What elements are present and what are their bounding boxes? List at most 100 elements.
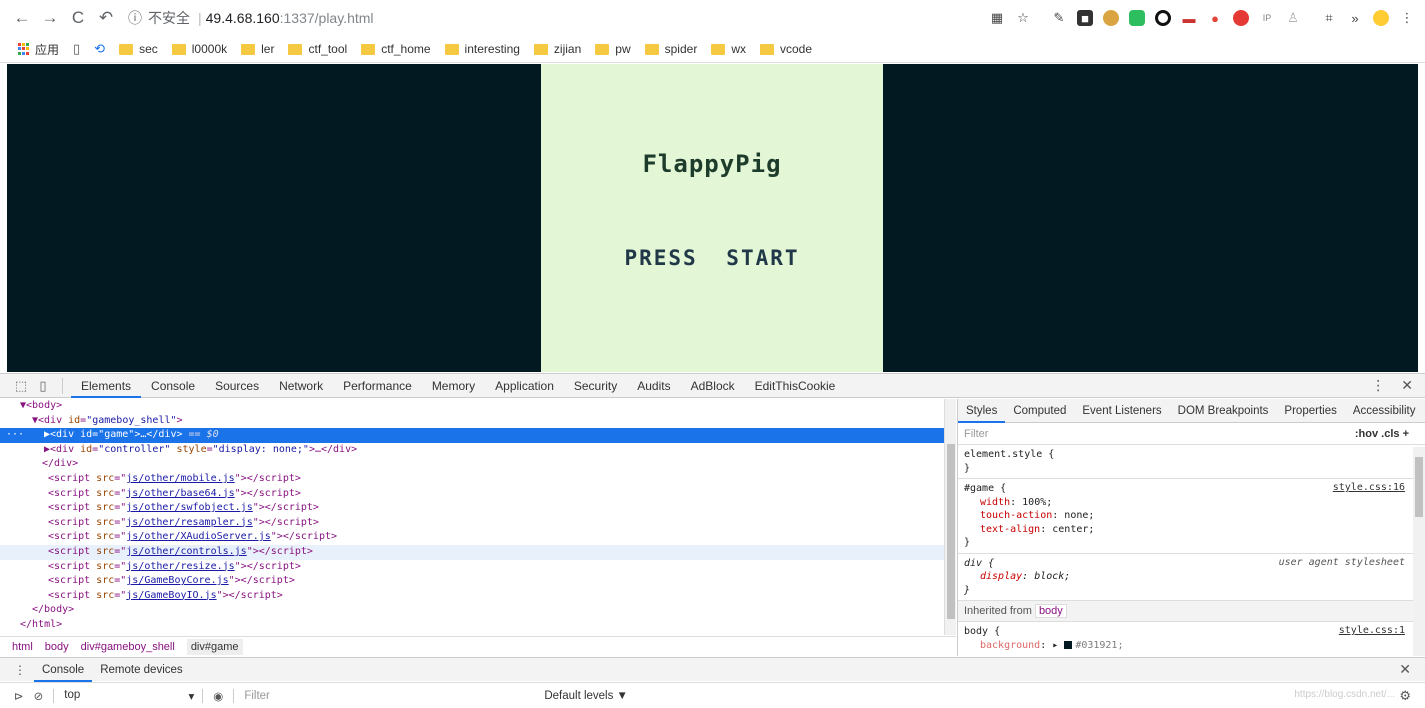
breadcrumb-item[interactable]: html bbox=[12, 641, 33, 653]
tree-node-controller[interactable]: ▶<div id="controller" style="display: no… bbox=[0, 443, 956, 458]
tab-application[interactable]: Application bbox=[485, 374, 564, 398]
bookmark-folder[interactable]: sec bbox=[119, 42, 158, 56]
bookmark-page[interactable]: ▯ bbox=[73, 41, 80, 57]
bookmark-folder[interactable]: ctf_tool bbox=[288, 42, 347, 56]
css-property[interactable]: width: 100%; bbox=[964, 496, 1419, 510]
tree-node-game[interactable]: ··· ▶<div id="game">…</div> == $0 bbox=[0, 428, 956, 443]
close-icon[interactable]: ✕ bbox=[1399, 661, 1411, 678]
device-toggle-icon[interactable]: ▯ bbox=[34, 377, 52, 395]
bookmark-apps[interactable]: 应用 bbox=[18, 41, 59, 58]
script-link[interactable]: js/GameBoyCore.js bbox=[126, 575, 228, 586]
tab-performance[interactable]: Performance bbox=[333, 374, 422, 398]
breadcrumb-item[interactable]: body bbox=[45, 641, 69, 653]
script-link[interactable]: js/other/XAudioServer.js bbox=[126, 531, 271, 542]
tab-security[interactable]: Security bbox=[564, 374, 627, 398]
chevron-double-icon[interactable]: » bbox=[1347, 10, 1363, 26]
tab-remote-devices[interactable]: Remote devices bbox=[92, 658, 190, 682]
inherited-from-link[interactable]: body bbox=[1034, 604, 1067, 618]
tree-node-script[interactable]: <script src="js/other/mobile.js"></scrip… bbox=[0, 472, 956, 487]
tree-node-script[interactable]: <script src="js/other/controls.js"></scr… bbox=[0, 544, 956, 560]
breadcrumb-item-active[interactable]: div#game bbox=[186, 638, 243, 655]
qr-code-icon[interactable]: ▦ bbox=[989, 10, 1005, 26]
tab-dom-breakpoints[interactable]: DOM Breakpoints bbox=[1170, 399, 1277, 423]
rule-body[interactable]: style.css:1 body { background: ▸ #031921… bbox=[958, 622, 1425, 655]
scrollbar-thumb[interactable] bbox=[1415, 457, 1423, 517]
breadcrumb-item[interactable]: div#gameboy_shell bbox=[81, 641, 175, 653]
tree-node-script[interactable]: <script src="js/other/swfobject.js"></sc… bbox=[0, 501, 956, 516]
script-link[interactable]: js/other/resize.js bbox=[126, 561, 234, 572]
undo-icon[interactable]: ↶ bbox=[92, 4, 120, 32]
tab-elements[interactable]: Elements bbox=[71, 374, 142, 398]
location-icon[interactable]: ● bbox=[1207, 10, 1223, 26]
ip-icon[interactable]: IP bbox=[1259, 10, 1275, 26]
forward-icon[interactable]: → bbox=[36, 4, 64, 32]
bookmark-folder[interactable]: pw bbox=[595, 42, 631, 56]
tab-event-listeners[interactable]: Event Listeners bbox=[1074, 399, 1169, 423]
person-icon[interactable]: ♙ bbox=[1285, 10, 1301, 26]
tab-computed[interactable]: Computed bbox=[1005, 399, 1074, 423]
console-filter-input[interactable]: Filter bbox=[244, 690, 544, 702]
info-icon[interactable]: ⓘ bbox=[128, 8, 142, 28]
circle-icon[interactable] bbox=[1155, 10, 1171, 26]
tab-memory[interactable]: Memory bbox=[422, 374, 485, 398]
crop-icon[interactable]: ⌗ bbox=[1321, 10, 1337, 26]
clear-console-icon[interactable]: ⊘ bbox=[34, 689, 44, 703]
tab-console-drawer[interactable]: Console bbox=[34, 658, 93, 682]
tab-audits[interactable]: Audits bbox=[627, 374, 680, 398]
cookie-icon[interactable] bbox=[1103, 10, 1119, 26]
tab-styles[interactable]: Styles bbox=[958, 399, 1006, 423]
script-link[interactable]: js/GameBoyIO.js bbox=[126, 590, 216, 601]
tab-editthiscookie[interactable]: EditThisCookie bbox=[745, 374, 846, 398]
stop-icon[interactable] bbox=[1233, 10, 1249, 26]
sidebar-toggle-icon[interactable]: ⊳ bbox=[14, 689, 24, 703]
bookmark-folder[interactable]: wx bbox=[711, 42, 746, 56]
url-input[interactable]: ⓘ 不安全 | 49.4.68.160 :1337/play.html bbox=[128, 4, 918, 32]
more-icon[interactable]: ⋮ bbox=[1371, 377, 1385, 394]
bookmark-icon[interactable]: ■ bbox=[1077, 10, 1093, 26]
glasses-icon[interactable]: ▬ bbox=[1181, 10, 1197, 26]
gear-icon[interactable]: ⚙ bbox=[1399, 688, 1411, 704]
bookmark-folder[interactable]: l0000k bbox=[171, 42, 227, 56]
script-link[interactable]: js/other/base64.js bbox=[126, 488, 234, 499]
tab-properties[interactable]: Properties bbox=[1276, 399, 1344, 423]
tab-accessibility[interactable]: Accessibility bbox=[1345, 399, 1424, 423]
star-icon[interactable]: ☆ bbox=[1015, 10, 1031, 26]
tree-node-div-close[interactable]: </div> bbox=[0, 457, 956, 472]
eye-icon[interactable]: ◉ bbox=[213, 689, 223, 703]
bookmark-folder[interactable]: ler bbox=[241, 42, 274, 56]
rule-source-link[interactable]: style.css:1 bbox=[1339, 625, 1405, 636]
tree-node-body[interactable]: ▼<body> bbox=[0, 399, 956, 414]
css-property[interactable]: text-align: center; bbox=[964, 523, 1419, 537]
bookmark-folder[interactable]: zijian bbox=[533, 42, 581, 56]
tab-sources[interactable]: Sources bbox=[205, 374, 269, 398]
script-link[interactable]: js/other/mobile.js bbox=[126, 473, 234, 484]
more-icon[interactable]: ⋮ bbox=[1399, 10, 1415, 26]
script-link[interactable]: js/other/swfobject.js bbox=[126, 502, 252, 513]
elements-tree[interactable]: ▼<body> ▼<div id="gameboy_shell"> ··· ▶<d… bbox=[0, 399, 956, 635]
color-swatch[interactable] bbox=[1064, 640, 1073, 649]
tree-node-script[interactable]: <script src="js/other/base64.js"></scrip… bbox=[0, 487, 956, 502]
tree-node-html-close[interactable]: </html> bbox=[0, 618, 956, 633]
bookmark-history[interactable]: ⟲ bbox=[94, 41, 105, 57]
close-icon[interactable]: ✕ bbox=[1401, 377, 1413, 394]
tree-node-body-close[interactable]: </body> bbox=[0, 603, 956, 618]
tab-console[interactable]: Console bbox=[141, 374, 205, 398]
game-screen[interactable]: FlappyPig PRESS START bbox=[541, 64, 883, 372]
context-select[interactable]: top ▾ bbox=[64, 689, 194, 703]
css-property[interactable]: touch-action: none; bbox=[964, 509, 1419, 523]
bookmark-folder[interactable]: vcode bbox=[759, 42, 812, 56]
tree-node-script[interactable]: <script src="js/other/resize.js"></scrip… bbox=[0, 560, 956, 575]
tab-network[interactable]: Network bbox=[269, 374, 333, 398]
drawer-menu-icon[interactable]: ⋮ bbox=[14, 663, 26, 677]
rule-div[interactable]: user agent stylesheet div { display: blo… bbox=[958, 554, 1425, 601]
styles-filter-input[interactable]: Filter :hov .cls + bbox=[958, 423, 1425, 445]
rule-source-link[interactable]: style.css:16 bbox=[1333, 482, 1405, 493]
tree-node-script[interactable]: <script src="js/GameBoyIO.js"></script> bbox=[0, 589, 956, 604]
back-icon[interactable]: ← bbox=[8, 4, 36, 32]
tree-node-script[interactable]: <script src="js/other/XAudioServer.js"><… bbox=[0, 530, 956, 545]
bookmark-folder[interactable]: spider bbox=[644, 42, 697, 56]
bookmark-folder[interactable]: ctf_home bbox=[361, 42, 431, 56]
scrollbar-thumb[interactable] bbox=[947, 444, 955, 619]
inspect-icon[interactable]: ⬚ bbox=[12, 377, 30, 395]
tree-node-script[interactable]: <script src="js/other/resampler.js"></sc… bbox=[0, 516, 956, 531]
